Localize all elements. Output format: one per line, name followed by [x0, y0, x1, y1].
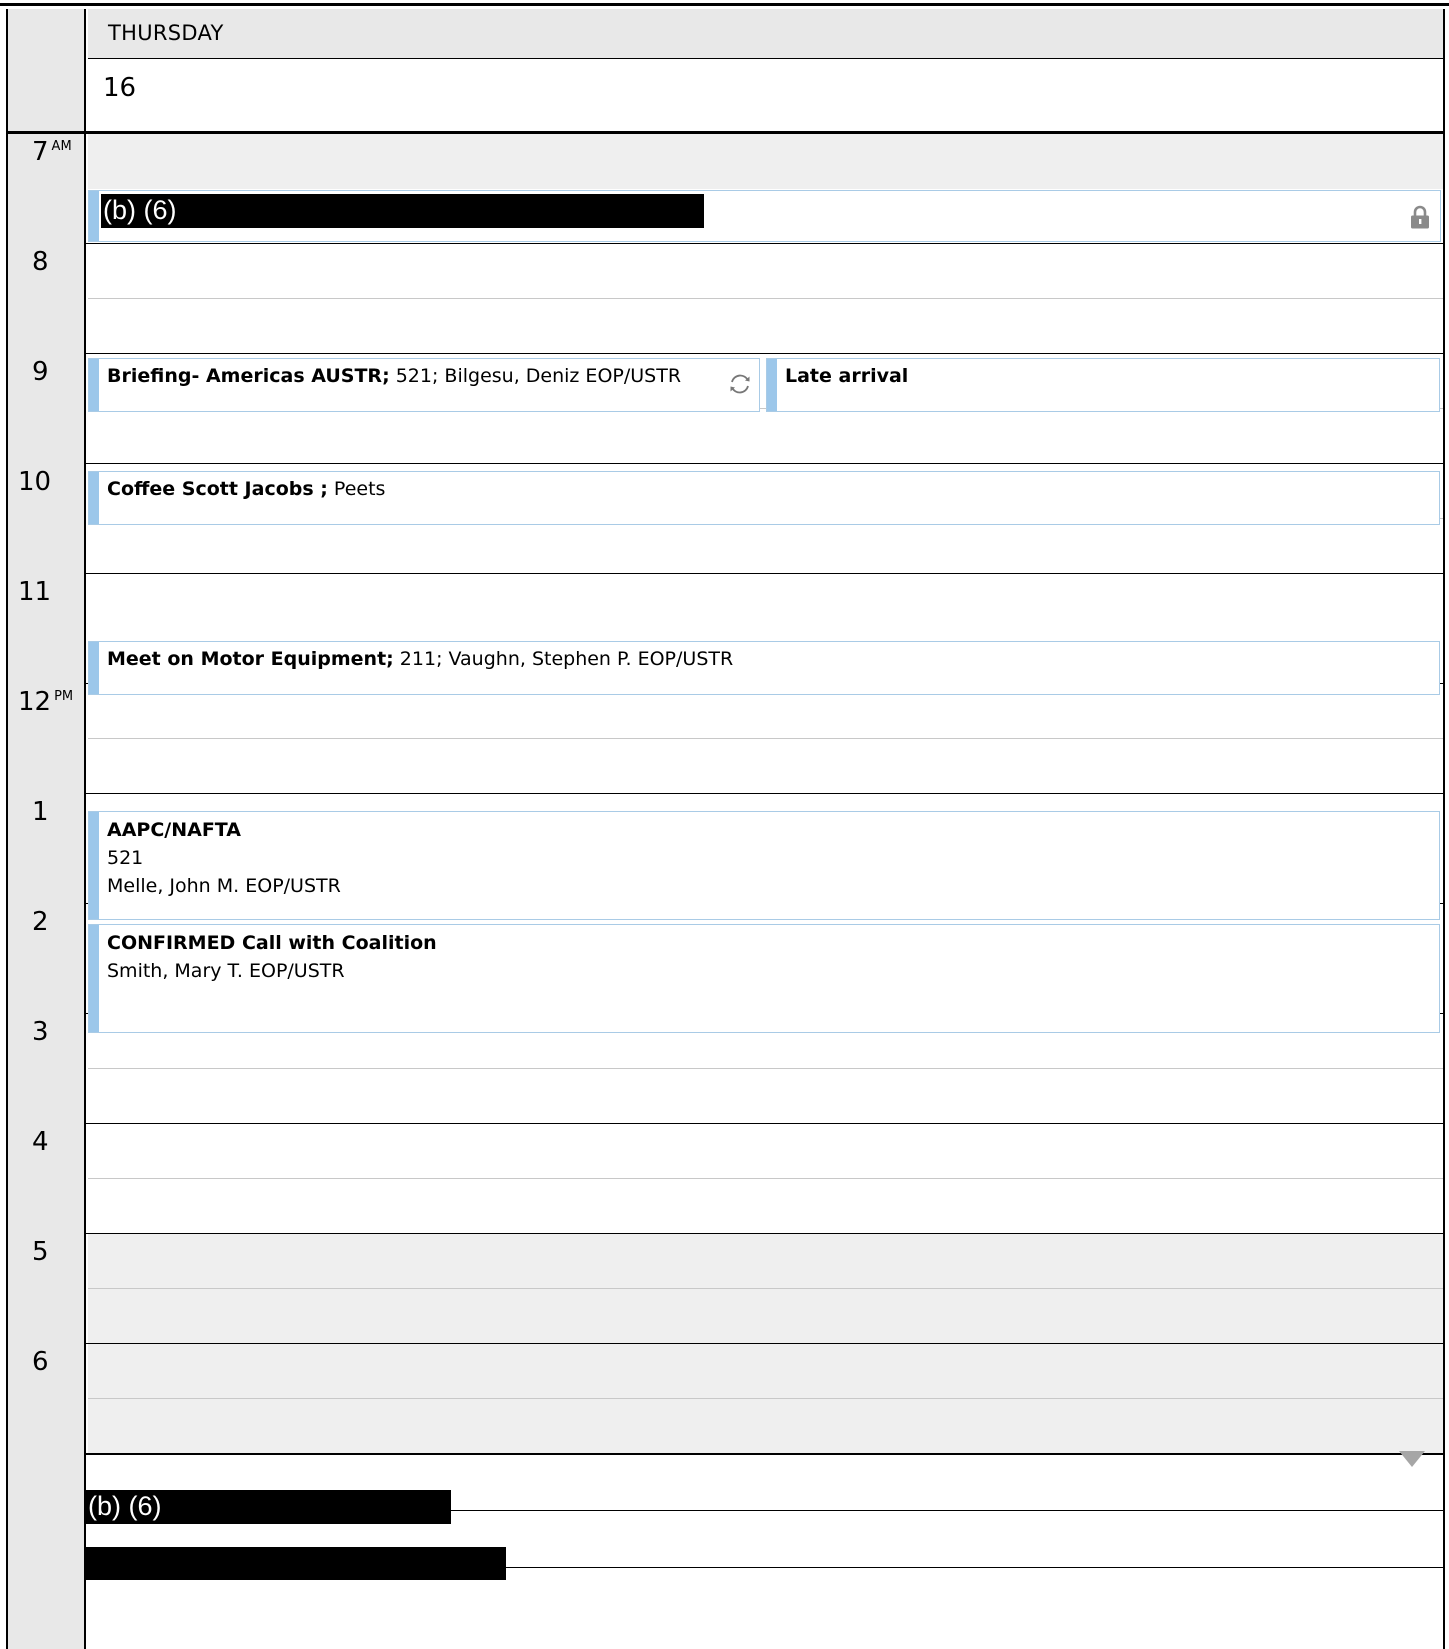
event-title: AAPC/NAFTA [107, 819, 241, 841]
event-private-7am[interactable]: (b) (6) [88, 190, 1441, 242]
event-title: Late arrival [785, 365, 909, 387]
event-title: Coffee Scott Jacobs ; [107, 478, 328, 500]
lock-icon [1411, 205, 1429, 229]
day-header[interactable]: THURSDAY [88, 9, 1443, 59]
hour-label-4: 4 [32, 1127, 49, 1157]
event-location: 521 [107, 847, 144, 869]
day-name: THURSDAY [108, 21, 224, 45]
am-label: AM [51, 139, 72, 154]
event-aapc-nafta[interactable]: AAPC/NAFTA 521 Melle, John M. EOP/USTR [88, 811, 1440, 920]
hour-label-7: 7 AM [32, 137, 72, 167]
top-rule [0, 0, 1449, 6]
hour-label-10: 10 [18, 467, 52, 497]
event-detail: Peets [327, 478, 386, 500]
pm-label: PM [54, 689, 74, 704]
event-organizer: Melle, John M. EOP/USTR [107, 875, 341, 897]
event-detail: 211; Vaughn, Stephen P. EOP/USTR [393, 648, 734, 670]
hour-label-3: 3 [32, 1017, 49, 1047]
event-briefing-americas[interactable]: Briefing- Americas AUSTR; 521; Bilgesu, … [88, 358, 760, 412]
header-divider [8, 131, 1445, 134]
date-cell[interactable]: 16 [88, 59, 1443, 132]
event-late-arrival[interactable]: Late arrival [766, 358, 1440, 412]
recurrence-icon [730, 374, 750, 394]
scroll-down-icon[interactable] [1399, 1451, 1425, 1467]
hour-label-1: 1 [32, 797, 49, 827]
date-number: 16 [103, 73, 137, 103]
redaction-block [86, 1547, 506, 1580]
event-title: CONFIRMED Call with Coalition [107, 932, 437, 954]
redaction-block: (b) (6) [86, 1490, 451, 1524]
hour-label-5: 5 [32, 1237, 49, 1267]
hour-label-2: 2 [32, 907, 49, 937]
hour-label-12: 12 PM [18, 687, 74, 717]
hour-label-11: 11 [18, 577, 52, 607]
event-detail: 521; Bilgesu, Deniz EOP/USTR [389, 365, 682, 387]
event-call-with-coalition[interactable]: CONFIRMED Call with Coalition Smith, Mar… [88, 924, 1440, 1033]
event-coffee-scott-jacobs[interactable]: Coffee Scott Jacobs ; Peets [88, 471, 1440, 525]
hour-label-9: 9 [32, 357, 49, 387]
hour-label-8: 8 [32, 247, 49, 277]
hour-label-6: 6 [32, 1347, 49, 1377]
event-title: Meet on Motor Equipment; [107, 648, 394, 670]
event-motor-equipment[interactable]: Meet on Motor Equipment; 211; Vaughn, St… [88, 641, 1440, 695]
event-organizer: Smith, Mary T. EOP/USTR [107, 960, 345, 982]
event-title: Briefing- Americas AUSTR; [107, 365, 390, 387]
redaction-block: (b) (6) [101, 194, 704, 228]
